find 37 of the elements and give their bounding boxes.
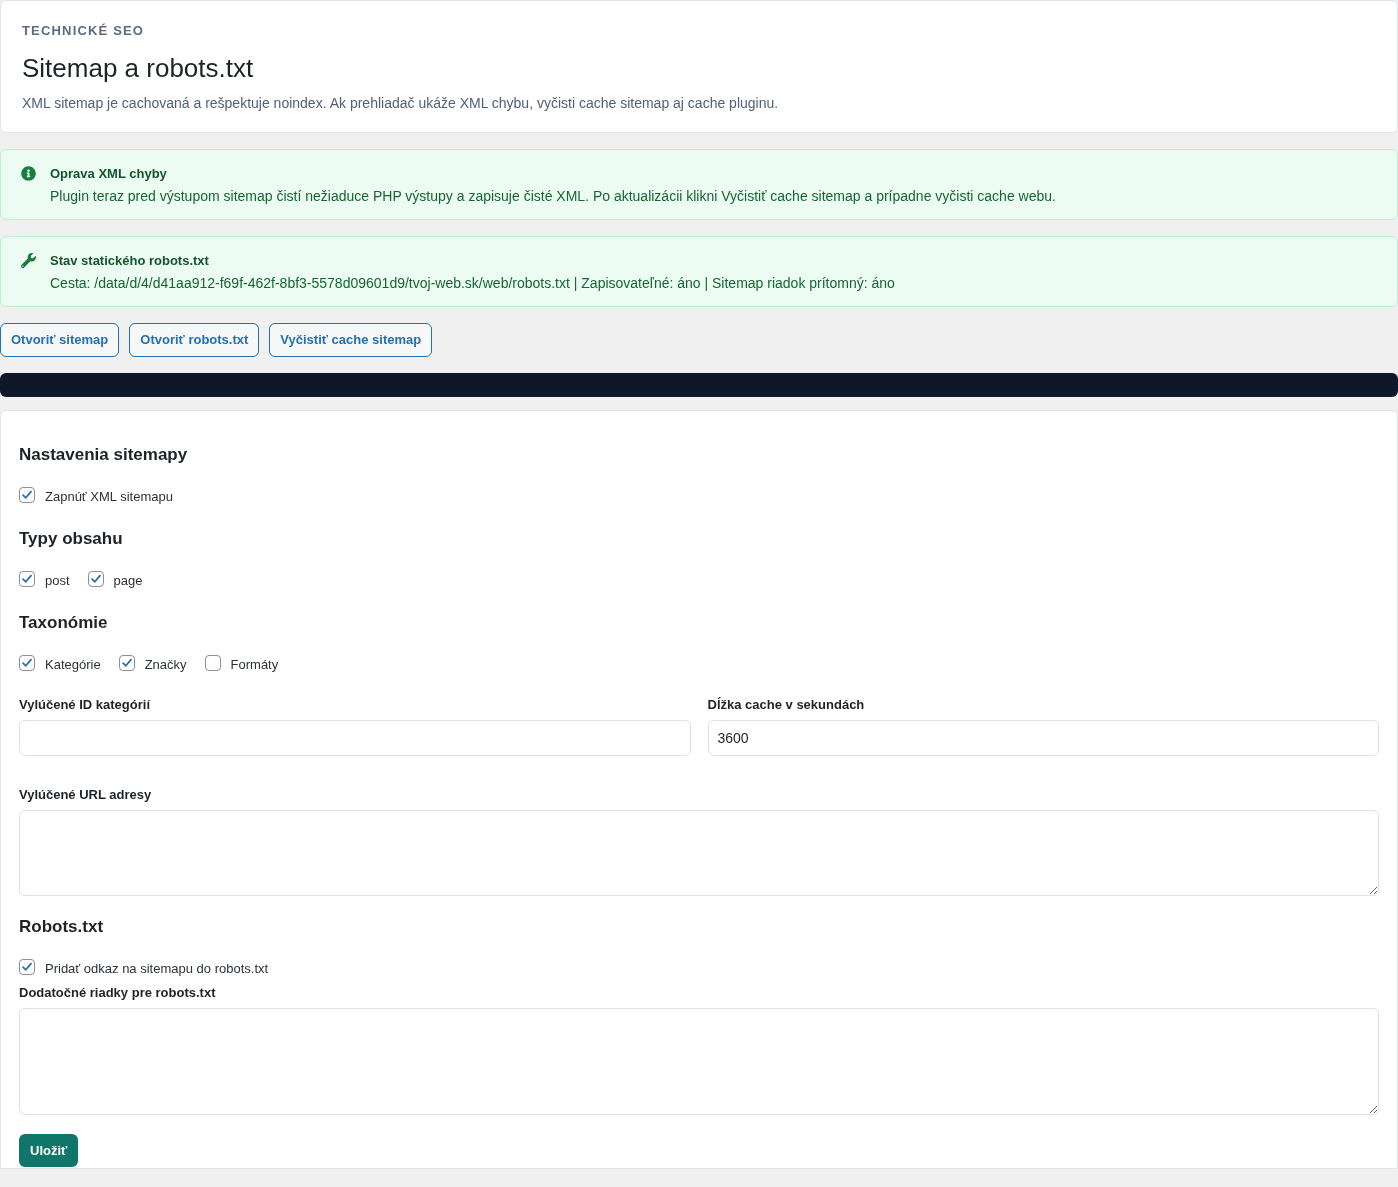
checkbox[interactable] <box>87 571 104 587</box>
section-eyebrow: TECHNICKÉ SEO <box>22 22 146 40</box>
checkbox[interactable] <box>19 959 35 975</box>
checkbox[interactable] <box>19 487 35 503</box>
notice-text: Cesta: /data/d/4/d41aa912-f69f-462f-8bf3-5578d09601d9/tvoj-web.sk/web/robots.txt | Zapisovateľné: áno | Sitemap riadok prítomný: áno <box>50 274 895 292</box>
field-label: Vylúčené ID kategórií <box>19 697 152 713</box>
field-label: Dodatočné riadky pre robots.txt <box>19 985 217 1001</box>
page-description: XML sitemap je cachovaná a rešpektuje noindex. Ak prehliadač ukáže XML chybu, vyčisti cache sitemap aj cache pluginu. <box>22 94 780 112</box>
text-input[interactable] <box>19 720 691 756</box>
checkbox[interactable] <box>204 655 221 671</box>
section-heading: Robots.txt <box>19 916 105 938</box>
info-icon <box>21 166 36 181</box>
notice-title: Stav statického robots.txt <box>50 252 210 269</box>
field-label: Dĺžka cache v sekundách <box>707 697 866 713</box>
checkbox[interactable] <box>118 655 135 671</box>
section-heading: Taxonómie <box>19 612 109 634</box>
action-button[interactable]: Otvoriť robots.txt <box>129 323 260 357</box>
checkbox[interactable] <box>19 655 35 671</box>
text-input[interactable]: 3600 <box>707 720 1379 756</box>
action-button[interactable]: Vyčistiť cache sitemap <box>269 323 433 357</box>
section-heading: Nastavenia sitemapy <box>19 444 189 466</box>
checkbox-label: post <box>45 571 70 590</box>
checkbox-label: Zapnúť XML sitemapu <box>45 487 173 506</box>
checkbox-label: Pridať odkaz na sitemapu do robots.txt <box>45 959 269 978</box>
notice-text: Plugin teraz pred výstupom sitemap čistí nežiaduce PHP výstupy a zapisuje čisté XML. Po aktualizácii klikni Vyčistiť cache sitemap a prípadne vyčisti cache webu. <box>50 187 1056 205</box>
wrench-icon <box>21 253 36 268</box>
checkbox[interactable] <box>19 571 35 587</box>
checkbox-label: Kategórie <box>45 655 101 674</box>
checkbox-label: page <box>113 571 143 590</box>
field-label: Vylúčené URL adresy <box>19 787 153 803</box>
section-heading: Typy obsahu <box>19 528 124 550</box>
checkbox-label: Formáty <box>230 655 279 674</box>
notice-title: Oprava XML chyby <box>50 165 168 182</box>
checkbox-label: Značky <box>144 655 187 674</box>
page-title: Sitemap a robots.txt <box>22 52 255 84</box>
action-button[interactable]: Otvoriť sitemap <box>0 323 120 357</box>
save-button[interactable]: Uložiť <box>19 1134 79 1167</box>
